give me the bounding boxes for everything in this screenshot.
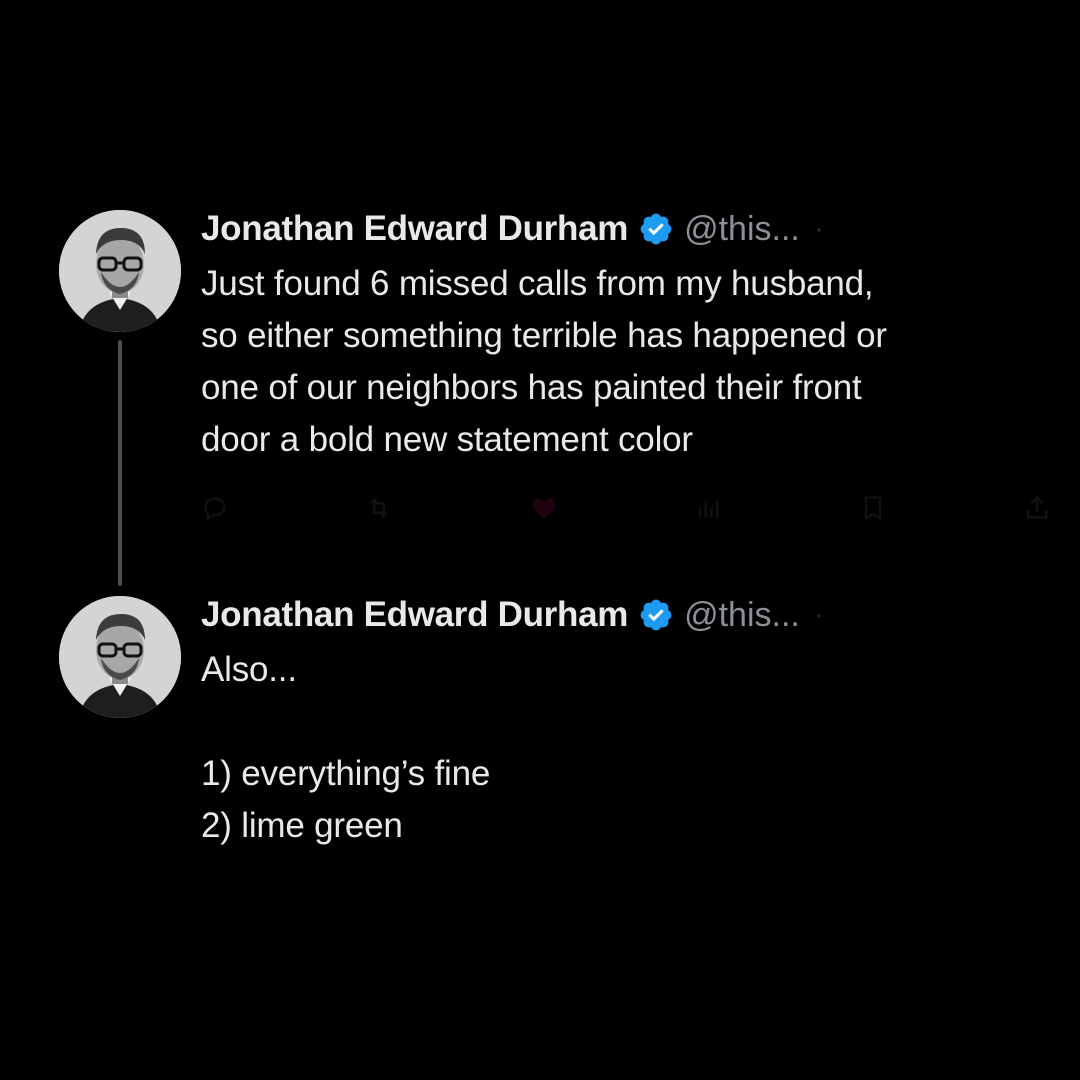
retweet-icon[interactable]	[365, 494, 393, 522]
verified-badge-icon	[640, 599, 672, 631]
tweet-header: Jonathan Edward Durham @this... ·	[201, 593, 824, 637]
timestamp-faded: ·	[813, 212, 824, 245]
reply-icon[interactable]	[201, 494, 229, 522]
tweet-header: Jonathan Edward Durham @this... ·	[201, 207, 824, 251]
user-handle[interactable]: @this...	[684, 210, 800, 249]
tweet-text: Just found 6 missed calls from my husban…	[201, 264, 887, 459]
tweet-action-bar	[201, 488, 1051, 528]
tweet-thread: Jonathan Edward Durham @this... · Just f…	[0, 0, 1080, 1080]
like-icon[interactable]	[530, 494, 558, 522]
user-handle[interactable]: @this...	[684, 596, 800, 635]
bookmark-icon[interactable]	[859, 494, 887, 522]
thread-connector-line	[118, 340, 122, 586]
tweet-text: Also... 1) everything’s fine 2) lime gre…	[201, 650, 491, 845]
avatar[interactable]	[59, 210, 181, 332]
share-icon[interactable]	[1023, 494, 1051, 522]
timestamp-faded: ·	[813, 598, 824, 631]
verified-badge-icon	[640, 213, 672, 245]
views-icon[interactable]	[694, 494, 722, 522]
display-name[interactable]: Jonathan Edward Durham	[201, 595, 628, 635]
avatar[interactable]	[59, 596, 181, 718]
display-name[interactable]: Jonathan Edward Durham	[201, 209, 628, 249]
